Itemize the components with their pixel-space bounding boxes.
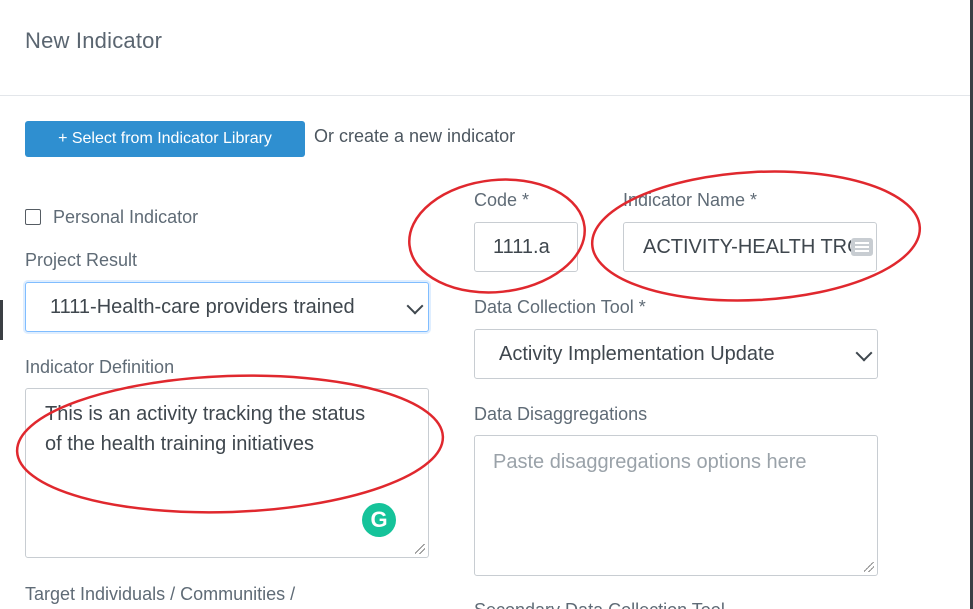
indicator-definition-line1: This is an activity tracking the status [45,403,366,425]
or-create-text: Or create a new indicator [314,126,516,146]
project-result-select[interactable]: 1111-Health-care providers trained [25,282,429,332]
personal-indicator-row[interactable]: Personal Indicator [25,205,198,229]
chevron-down-icon [406,297,424,315]
chevron-down-icon [855,344,873,362]
code-value: 1111.a [493,236,550,258]
indicator-name-input[interactable]: ACTIVITY-HEALTH TRG [623,222,877,272]
data-collection-tool-select[interactable]: Activity Implementation Update [474,329,878,379]
data-collection-tool-value: Activity Implementation Update [499,343,775,365]
resize-handle-icon[interactable] [415,544,425,554]
data-disaggregations-label: Data Disaggregations [474,404,648,424]
indicator-name-value: ACTIVITY-HEALTH TRG [643,236,851,258]
new-indicator-modal: New Indicator + Select from Indicator Li… [0,0,973,609]
modal-title: New Indicator [25,28,163,53]
indicator-definition-textarea[interactable]: This is an activity tracking the status … [25,388,429,558]
project-result-label: Project Result [25,250,138,270]
indicator-definition-label: Indicator Definition [25,357,175,377]
resize-handle-icon[interactable] [864,562,874,572]
data-disaggregations-placeholder: Paste disaggregations options here [493,451,807,473]
grammarly-icon[interactable]: G [362,503,396,537]
code-label: Code * [474,190,530,210]
personal-indicator-label: Personal Indicator [53,206,199,227]
list-icon[interactable] [851,238,873,256]
project-result-value: 1111-Health-care providers trained [50,296,355,318]
personal-indicator-checkbox[interactable] [25,209,41,225]
target-individuals-label: Target Individuals / Communities / [25,584,296,604]
code-input[interactable]: 1111.a [474,222,578,272]
indicator-definition-line2: of the health training initiatives [45,433,315,455]
modal-backdrop-edge-left [0,300,3,340]
data-collection-tool-label: Data Collection Tool * [474,297,646,317]
select-from-library-button[interactable]: + Select from Indicator Library [25,121,305,157]
data-disaggregations-textarea[interactable]: Paste disaggregations options here [474,435,878,576]
secondary-tool-label: Secondary Data Collection Tool [474,600,725,609]
modal-header: New Indicator [0,0,970,96]
indicator-name-label: Indicator Name * [623,190,758,210]
